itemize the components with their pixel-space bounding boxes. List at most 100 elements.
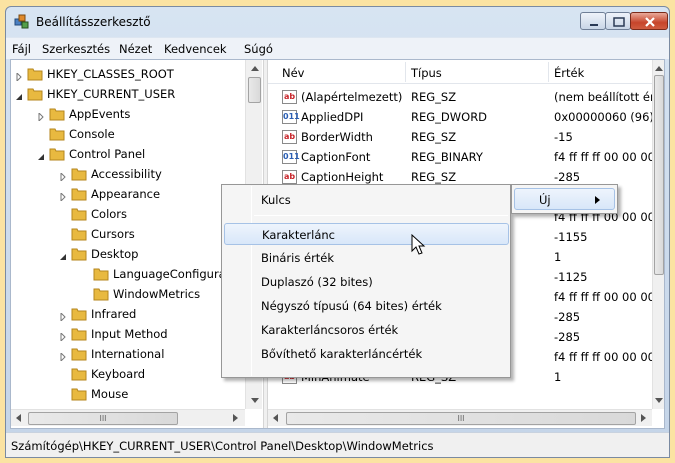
tree-scroll-thumb[interactable] [248, 77, 261, 103]
status-bar: Számítógép\HKEY_CURRENT_USER\Control Pan… [6, 432, 669, 457]
minimize-button[interactable] [580, 12, 606, 30]
value-value: f4 ff ff ff 00 00 00 [554, 290, 655, 304]
binary-value-icon: 011 [282, 150, 300, 164]
tree-item-international[interactable]: International [11, 344, 245, 364]
value-value: 1 [554, 250, 562, 264]
menu-new-multi-string-value[interactable]: Karakterláncsoros érték [224, 319, 509, 341]
scroll-right-icon[interactable] [641, 414, 646, 422]
window-title: Beállításszerkesztő [36, 15, 151, 29]
tree-item-appevents[interactable]: AppEvents [11, 104, 245, 124]
menu-view[interactable]: Nézet [119, 42, 152, 56]
status-path: Számítógép\HKEY_CURRENT_USER\Control Pan… [11, 439, 434, 453]
tree-item-label: Infrared [91, 307, 137, 321]
tree-item-mouse[interactable]: Mouse [11, 384, 245, 404]
collapsed-arrow-icon[interactable] [59, 350, 67, 363]
tree-item-languageconfiguration[interactable]: LanguageConfiguration [11, 264, 248, 284]
tree-item-colors[interactable]: Colors [11, 204, 245, 224]
scroll-left-icon[interactable] [273, 414, 278, 422]
column-name[interactable]: Név [282, 66, 304, 80]
list-header: Név Típus Érték [268, 60, 652, 84]
maximize-button[interactable] [605, 12, 631, 30]
folder-icon [71, 227, 87, 241]
scroll-down-icon[interactable] [655, 398, 663, 403]
collapsed-arrow-icon[interactable] [59, 190, 67, 203]
folder-icon [71, 387, 87, 401]
list-hscroll-thumb[interactable]: III [286, 412, 636, 425]
menu-new[interactable]: Új [514, 188, 615, 210]
tree-item-cursors[interactable]: Cursors [11, 224, 245, 244]
close-icon [645, 17, 655, 27]
folder-icon [93, 267, 109, 281]
scroll-right-icon[interactable] [233, 414, 238, 422]
collapsed-arrow-icon[interactable] [59, 330, 67, 343]
value-row-applieddpi[interactable]: 011 AppliedDPI REG_DWORD 0x00000060 (96) [268, 107, 654, 127]
menu-new-key[interactable]: Kulcs [224, 189, 509, 211]
folder-icon [71, 307, 87, 321]
maximize-icon [613, 17, 625, 27]
menu-new-qword-value[interactable]: Négyszó típusú (64 bites) érték [224, 295, 509, 317]
value-row-alap-rtelmezett[interactable]: ab (Alapértelmezett) REG_SZ (nem beállított… [268, 87, 655, 107]
tree-item-keyboard[interactable]: Keyboard [11, 364, 245, 384]
tree-horizontal-scrollbar[interactable]: III [11, 409, 245, 426]
value-type: REG_SZ [411, 130, 457, 144]
collapsed-arrow-icon[interactable] [37, 110, 45, 123]
expanded-arrow-icon[interactable] [15, 90, 23, 100]
scroll-down-icon[interactable] [251, 398, 259, 403]
tree-item-control-panel[interactable]: Control Panel [11, 144, 245, 164]
tree-item-desktop[interactable]: Desktop [11, 244, 245, 264]
expanded-arrow-icon[interactable] [59, 250, 67, 260]
list-horizontal-scrollbar[interactable]: III [268, 409, 652, 426]
value-name: CaptionFont [301, 150, 371, 164]
mouse-cursor-icon [411, 234, 426, 255]
menu-new-dword-value[interactable]: Duplaszó (32 bites) [224, 271, 509, 293]
list-vertical-scrollbar[interactable] [652, 60, 664, 409]
tree-item-label: WindowMetrics [113, 287, 201, 301]
title-bar[interactable]: Beállításszerkesztő [6, 7, 669, 37]
value-value: -1125 [554, 270, 588, 284]
tree-item-infrared[interactable]: Infrared [11, 304, 245, 324]
column-value[interactable]: Érték [554, 66, 584, 80]
tree-item-label: Appearance [91, 187, 161, 201]
close-button[interactable] [630, 12, 668, 30]
folder-icon [93, 287, 109, 301]
folder-icon [49, 127, 65, 141]
menu-help[interactable]: Súgó [244, 42, 273, 56]
collapsed-arrow-icon[interactable] [59, 170, 67, 183]
tree-item-label: Colors [91, 207, 128, 221]
collapsed-arrow-icon[interactable] [15, 70, 23, 83]
tree-item-appearance[interactable]: Appearance [11, 184, 245, 204]
value-row-captionfont[interactable]: 011 CaptionFont REG_BINARY f4 ff ff ff 00 0… [268, 147, 655, 167]
string-value-icon: ab [282, 170, 297, 184]
tree-item-label: Accessibility [91, 167, 162, 181]
collapsed-arrow-icon[interactable] [59, 310, 67, 323]
scroll-left-icon[interactable] [16, 414, 21, 422]
menu-new-string-value[interactable]: Karakterlánc [224, 223, 509, 245]
value-value: -285 [554, 310, 581, 324]
value-name: BorderWidth [301, 130, 373, 144]
scroll-up-icon[interactable] [251, 66, 259, 71]
tree-item-label: Control Panel [69, 147, 146, 161]
value-name: AppliedDPI [301, 110, 364, 124]
tree-item-hkey-classes-root[interactable]: HKEY_CLASSES_ROOT [11, 64, 245, 84]
list-scroll-thumb[interactable] [654, 75, 664, 275]
tree-item-input-method[interactable]: Input Method [11, 324, 245, 344]
value-type: REG_SZ [411, 90, 457, 104]
expanded-arrow-icon[interactable] [37, 150, 45, 160]
menu-favorites[interactable]: Kedvencek [164, 42, 227, 56]
menu-edit[interactable]: Szerkesztés [42, 42, 110, 56]
menu-new-binary-value[interactable]: Bináris érték [224, 247, 509, 269]
column-type[interactable]: Típus [411, 66, 442, 80]
tree-item-label: Desktop [91, 247, 139, 261]
tree-item-hkey-current-user[interactable]: HKEY_CURRENT_USER [11, 84, 245, 104]
tree-hscroll-thumb[interactable]: III [28, 412, 178, 425]
menu-file[interactable]: Fájl [12, 42, 31, 56]
tree-item-accessibility[interactable]: Accessibility [11, 164, 245, 184]
tree-item-label: AppEvents [69, 107, 131, 121]
tree-item-console[interactable]: Console [11, 124, 245, 144]
value-row-borderwidth[interactable]: ab BorderWidth REG_SZ -15 [268, 127, 652, 147]
tree-item-windowmetrics[interactable]: WindowMetrics [11, 284, 245, 304]
menu-new-expandable-string-value[interactable]: Bővíthető karakterláncérték [224, 343, 509, 365]
value-value: -15 [554, 130, 573, 144]
value-type: REG_SZ [411, 170, 457, 184]
scroll-up-icon[interactable] [655, 66, 663, 71]
